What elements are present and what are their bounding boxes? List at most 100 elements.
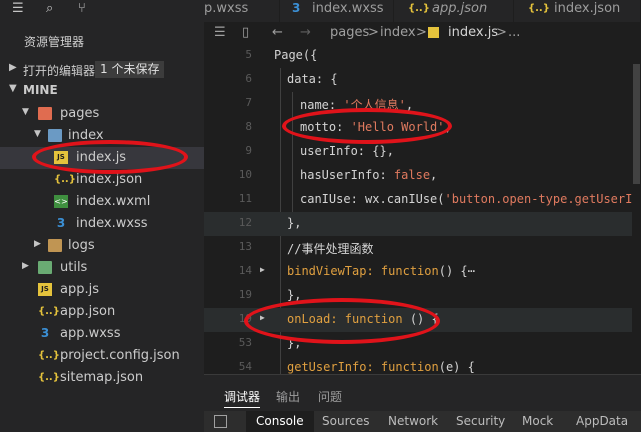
open-editors-label: 打开的编辑器 <box>23 64 96 78</box>
search-icon[interactable]: ⌕ <box>46 1 53 16</box>
code-text: userInfo: {}, <box>300 144 394 158</box>
unsaved-badge: 1 个未保存 <box>95 61 165 78</box>
json-file-icon: {..} <box>38 350 60 361</box>
source-control-icon[interactable]: ⑂ <box>78 1 86 16</box>
tab-output[interactable]: 输出 <box>276 388 300 405</box>
open-editors-header[interactable]: ▶ 打开的编辑器 1 个未保存 <box>0 60 204 80</box>
tree-item-label: app.wxss <box>60 326 121 341</box>
bookmark-icon[interactable]: ▯ <box>242 25 249 40</box>
tab-console[interactable]: Console <box>246 411 314 432</box>
json-file-icon: {..} <box>38 306 60 317</box>
editor-tab-bar: p.wxss 3 index.wxss {..} app.json {..} i… <box>204 0 641 22</box>
fold-arrow-icon[interactable]: ▶ <box>260 265 265 274</box>
forward-arrow-icon[interactable]: → <box>300 25 311 40</box>
line-number: 9 <box>245 144 252 157</box>
tree-item-app-json[interactable]: {..} app.json <box>0 301 204 323</box>
wxss-file-icon: 3 <box>56 216 66 230</box>
tree-item-logs[interactable]: ▶ logs <box>0 235 204 257</box>
wxss-file-icon: 3 <box>40 326 50 340</box>
chevron-down-icon: ▼ <box>34 129 41 139</box>
folder-icon <box>38 261 52 274</box>
breadcrumb-separator: > <box>368 25 379 40</box>
code-line: 13 //事件处理函数 <box>204 236 641 260</box>
breadcrumb-part[interactable]: pages <box>330 25 369 40</box>
tree-item-app-wxss[interactable]: 3 app.wxss <box>0 323 204 345</box>
tree-item-label: index.wxss <box>76 216 148 231</box>
js-file-icon: JS <box>38 283 52 296</box>
chevron-down-icon: ▼ <box>9 83 17 94</box>
project-label: MINE <box>23 83 58 97</box>
code-line: 14 ▶ bindViewTap: function() {⋯ <box>204 260 641 284</box>
tab-debugger[interactable]: 调试器 <box>224 388 261 408</box>
line-number: 13 <box>238 240 252 253</box>
tab-index-json[interactable]: {..} index.json <box>514 0 641 22</box>
json-file-icon: {..} <box>408 3 430 14</box>
inspect-element-icon[interactable] <box>214 415 227 428</box>
code-keyword: function <box>380 264 439 278</box>
tree-item-index-wxss[interactable]: 3 index.wxss <box>0 213 204 235</box>
chevron-right-icon: ▶ <box>22 261 29 271</box>
code-line: 6 data: { <box>204 68 641 92</box>
code-boolean: false <box>393 168 431 182</box>
code-punct: , <box>430 168 438 182</box>
tree-item-sitemap-json[interactable]: {..} sitemap.json <box>0 367 204 389</box>
code-punct: () {⋯ <box>438 264 475 278</box>
json-file-icon: {..} <box>528 3 550 14</box>
chevron-right-icon: ▶ <box>34 239 41 249</box>
tab-sources[interactable]: Sources <box>322 414 369 428</box>
code-text: data: { <box>287 72 338 86</box>
devtools-tabs: Console Sources Network Security Mock Ap… <box>204 411 641 432</box>
line-number: 6 <box>245 72 252 85</box>
tab-label: index.wxss <box>312 1 384 16</box>
tree-item-app-js[interactable]: JS app.js <box>0 279 204 301</box>
tab-network[interactable]: Network <box>388 414 438 428</box>
scrollbar-thumb[interactable] <box>633 64 640 184</box>
editor-scrollbar[interactable] <box>632 44 641 374</box>
project-header[interactable]: ▼ MINE <box>0 81 204 101</box>
tab-security[interactable]: Security <box>456 414 505 428</box>
json-file-icon: {..} <box>54 174 76 185</box>
tree-item-label: logs <box>68 238 95 253</box>
tree-item-label: app.js <box>60 282 99 297</box>
tree-item-project-config-json[interactable]: {..} project.config.json <box>0 345 204 367</box>
breadcrumb-part[interactable]: index.js <box>448 25 498 40</box>
folder-icon <box>48 239 62 252</box>
tree-item-label: index.json <box>76 172 143 187</box>
tree-item-label: index.wxml <box>76 194 151 209</box>
annotation-ellipse <box>282 108 452 144</box>
code-prop: hasUserInfo: <box>300 168 394 182</box>
tree-item-index-wxml[interactable]: <> index.wxml <box>0 191 204 213</box>
tab-p-wxss[interactable]: p.wxss <box>204 0 280 22</box>
tab-label: index.json <box>554 1 621 16</box>
line-number: 5 <box>245 48 252 61</box>
tree-item-label: project.config.json <box>60 348 180 363</box>
sidebar-toolbar: ☰ ⌕ ⑂ <box>0 0 204 18</box>
tree-item-utils[interactable]: ▶ utils <box>0 257 204 279</box>
chevron-right-icon: ▶ <box>9 62 17 73</box>
files-icon[interactable]: ☰ <box>12 1 24 16</box>
code-method-name: getUserInfo: <box>287 360 381 374</box>
code-text: }, <box>287 216 302 230</box>
line-number: 53 <box>238 336 252 349</box>
tab-problems[interactable]: 问题 <box>318 388 342 405</box>
tab-mock[interactable]: Mock <box>522 414 553 428</box>
code-line: 5 Page({ <box>204 44 641 68</box>
tree-item-label: utils <box>60 260 88 275</box>
tab-index-wxss[interactable]: 3 index.wxss <box>280 0 394 22</box>
code-prop: canIUse: wx.canIUse( <box>300 192 445 206</box>
line-number: 19 <box>238 288 252 301</box>
code-line: 54 getUserInfo: function(e) { <box>204 356 641 374</box>
breadcrumb: ☰ ▯ ← → pages > index > index.js > ... <box>204 22 641 44</box>
breadcrumb-part[interactable]: index <box>380 25 416 40</box>
tree-item-pages[interactable]: ▼ pages <box>0 103 204 125</box>
line-number: 54 <box>238 360 252 373</box>
tab-appdata[interactable]: AppData <box>576 414 628 428</box>
bottom-panel: 调试器 输出 问题 Console Sources Network Securi… <box>204 374 641 432</box>
back-arrow-icon[interactable]: ← <box>272 25 283 40</box>
breadcrumb-part[interactable]: ... <box>508 25 520 40</box>
line-number: 14 <box>238 264 252 277</box>
code-comment: //事件处理函数 <box>287 242 374 256</box>
tree-item-label: app.json <box>60 304 116 319</box>
tab-app-json[interactable]: {..} app.json <box>394 0 514 22</box>
toggle-sidebar-icon[interactable]: ☰ <box>214 25 226 40</box>
